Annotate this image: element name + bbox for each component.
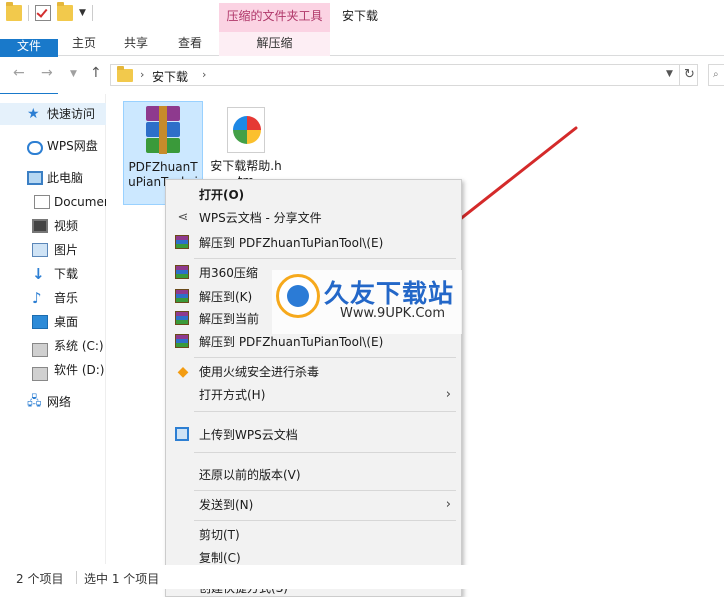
menu-item-label: 解压到(K) — [199, 290, 253, 304]
menu-item-label: 上传到WPS云文档 — [199, 428, 298, 442]
menu-item-extract-to-named-folder[interactable]: 解压到 PDFZhuanTuPianTool\(E) — [166, 331, 461, 353]
menu-item-label: 解压到 PDFZhuanTuPianTool\(E) — [199, 335, 384, 349]
menu-item-label: 解压到当前 — [199, 312, 260, 326]
menu-item-open[interactable]: 打开(O) — [166, 184, 461, 206]
site-watermark: 久友下载站 Www.9UPK.Com — [272, 270, 462, 334]
share-icon: ⋖ — [177, 210, 189, 225]
winrar-icon — [175, 289, 189, 303]
menu-divider — [194, 520, 456, 521]
status-bar: 2 个项目 选中 1 个项目 — [0, 565, 724, 589]
menu-item-open-with[interactable]: 打开方式(H) › — [166, 384, 461, 406]
submenu-chevron-icon: › — [445, 387, 451, 402]
winrar-icon — [175, 334, 189, 348]
menu-divider — [194, 452, 456, 453]
watermark-title: 久友下载站 — [324, 279, 455, 308]
menu-item-label: 打开方式(H) — [199, 388, 266, 402]
selected-count: 选中 1 个项目 — [84, 572, 160, 586]
submenu-chevron-icon: › — [445, 497, 451, 512]
menu-divider — [194, 411, 456, 412]
winrar-icon — [175, 265, 189, 279]
menu-item-label: WPS云文档 - 分享文件 — [199, 211, 322, 225]
menu-item-label: 用360压缩 — [199, 266, 258, 280]
menu-item-label: 发送到(N) — [199, 498, 254, 512]
shield-icon: ◆ — [177, 364, 189, 380]
menu-item-cut[interactable]: 剪切(T) — [166, 524, 461, 546]
cube-icon — [175, 427, 189, 441]
menu-item-upload-wps[interactable]: 上传到WPS云文档 — [166, 424, 461, 446]
context-menu: 打开(O) ⋖ WPS云文档 - 分享文件 解压到 PDFZhuanTuPian… — [165, 179, 462, 597]
menu-item-label: 还原以前的版本(V) — [199, 468, 301, 482]
menu-item-label: 解压到 PDFZhuanTuPianTool\(E) — [199, 236, 384, 250]
winrar-icon — [175, 311, 189, 325]
menu-divider — [194, 490, 456, 491]
menu-item-label: 使用火绒安全进行杀毒 — [199, 365, 320, 379]
menu-item-send-to[interactable]: 发送到(N) › — [166, 494, 461, 516]
menu-item-label: 剪切(T) — [199, 528, 240, 542]
menu-item-wps-share[interactable]: ⋖ WPS云文档 - 分享文件 — [166, 207, 461, 229]
status-divider — [76, 571, 77, 584]
menu-item-huorong-scan[interactable]: ◆ 使用火绒安全进行杀毒 — [166, 361, 461, 383]
menu-divider — [194, 258, 456, 259]
watermark-url: Www.9UPK.Com — [340, 306, 446, 321]
winrar-icon — [175, 235, 189, 249]
watermark-logo-icon — [276, 274, 320, 318]
menu-divider — [194, 357, 456, 358]
menu-item-extract-to-folder[interactable]: 解压到 PDFZhuanTuPianTool\(E) — [166, 232, 461, 254]
item-count: 2 个项目 — [16, 572, 64, 586]
menu-item-label: 打开(O) — [199, 188, 245, 202]
menu-item-restore-versions[interactable]: 还原以前的版本(V) — [166, 464, 461, 486]
